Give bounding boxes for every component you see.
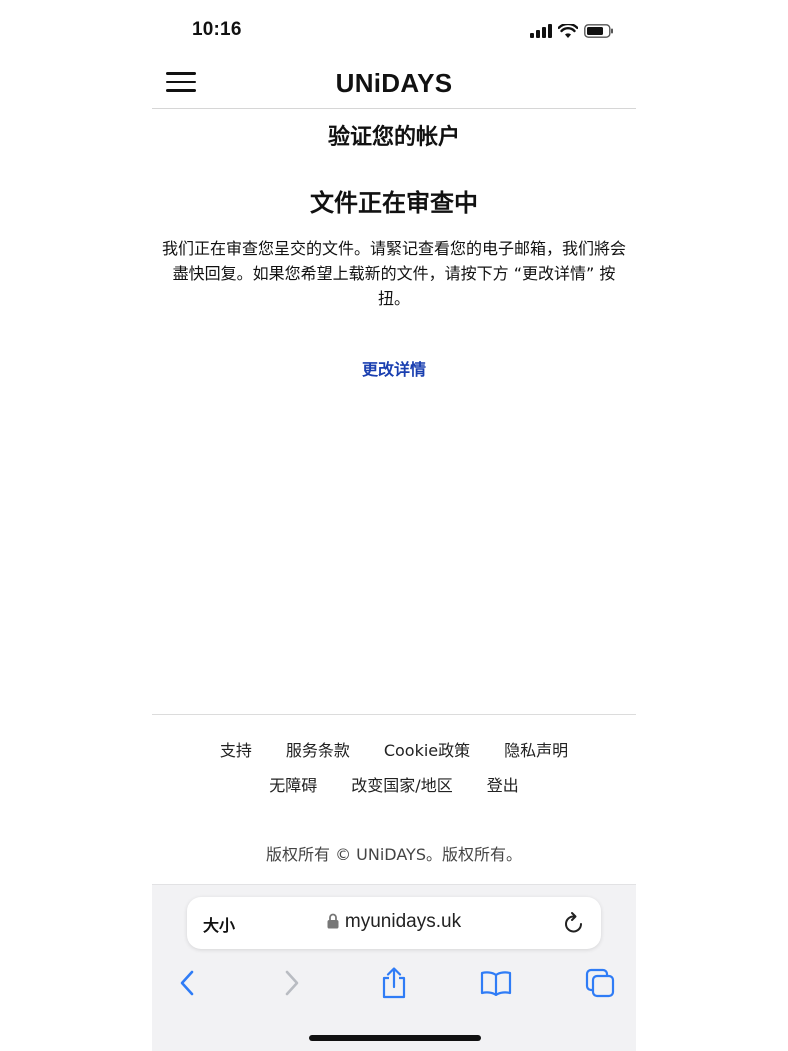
lock-icon: [327, 913, 339, 929]
tabs-icon[interactable]: [582, 965, 618, 1001]
url-display[interactable]: myunidays.uk: [187, 911, 601, 933]
battery-icon: [584, 24, 613, 38]
unidays-logo[interactable]: UNiDAYS: [152, 68, 636, 99]
status-bar: 10:16: [152, 0, 636, 60]
page-title: 验证您的帐户: [327, 125, 460, 150]
change-details-link[interactable]: 更改详情: [152, 356, 636, 380]
footer-link-support[interactable]: 支持: [220, 737, 252, 761]
browser-toolbar: 大小 myunidays.uk: [152, 884, 636, 1051]
status-icons: [530, 22, 614, 40]
forward-icon[interactable]: [274, 965, 310, 1001]
site-header: UNiDAYS: [152, 60, 636, 109]
section-title: 文件正在审查中: [310, 189, 478, 217]
footer-link-terms[interactable]: 服务条款: [286, 737, 350, 761]
review-description: 我们正在审查您呈交的文件。请緊记查看您的电子邮箱，我们將会盡快回复。如果您希望上…: [161, 239, 626, 308]
url-text: myunidays.uk: [344, 911, 462, 932]
bookmarks-icon[interactable]: [478, 965, 514, 1001]
status-time: 10:16: [192, 19, 242, 40]
footer-links-row-1: 支持 服务条款 Cookie政策 隐私声明: [152, 737, 636, 761]
back-icon[interactable]: [169, 965, 205, 1001]
share-icon[interactable]: [376, 965, 412, 1001]
footer-link-change-country[interactable]: 改变国家/地区: [351, 772, 452, 796]
phone-screen: 10:16 UNiDAYS 验证您的帐户 文件正在审查中 我们正在审查您呈交的文…: [152, 0, 636, 1051]
address-bar[interactable]: 大小 myunidays.uk: [187, 897, 601, 949]
cellular-signal-icon: [530, 24, 552, 38]
wifi-icon: [558, 23, 578, 38]
copyright-text: 版权所有 © UNiDAYS。版权所有。: [266, 845, 522, 864]
reload-icon[interactable]: [563, 911, 585, 935]
footer-link-accessibility[interactable]: 无障碍: [269, 772, 317, 796]
footer: 支持 服务条款 Cookie政策 隐私声明 无障碍 改变国家/地区 登出 版权所…: [152, 714, 636, 885]
footer-link-privacy[interactable]: 隐私声明: [504, 737, 568, 761]
browser-nav-row: [152, 965, 636, 1001]
footer-link-logout[interactable]: 登出: [487, 772, 519, 796]
footer-link-cookie-policy[interactable]: Cookie政策: [384, 737, 470, 761]
home-indicator: [309, 1035, 481, 1041]
footer-links-row-2: 无障碍 改变国家/地区 登出: [152, 772, 636, 796]
